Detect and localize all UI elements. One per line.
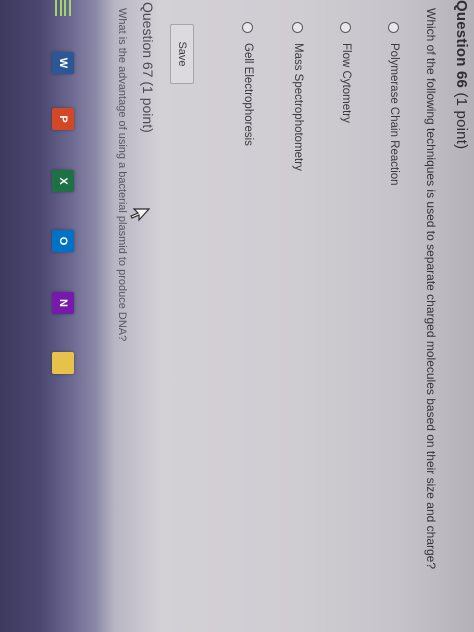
answer-option-3[interactable]: Mass Spectrophotometry <box>290 22 306 171</box>
answer-option-label: Gell Electrophoresis <box>242 43 254 146</box>
question-66-title: Question 66 <box>453 0 470 89</box>
excel-icon[interactable]: X <box>52 170 74 192</box>
mouse-pointer-icon <box>130 208 150 222</box>
outlook-icon[interactable]: O <box>52 230 74 252</box>
word-icon[interactable]: W <box>52 52 74 74</box>
powerpoint-icon[interactable]: P <box>52 108 74 130</box>
radio-button[interactable] <box>242 22 254 33</box>
question-66-text: Which of the following techniques is use… <box>424 8 438 570</box>
answer-option-4[interactable]: Gell Electrophoresis <box>240 22 256 146</box>
onenote-icon[interactable]: N <box>52 292 74 314</box>
question-67-heading: Question 67 (1 point) <box>140 2 156 133</box>
answer-option-label: Polymerase Chain Reaction <box>388 43 400 186</box>
answer-option-label: Mass Spectrophotometry <box>292 43 304 171</box>
taskbar: W P X O N <box>0 0 82 632</box>
question-67-text: What is the advantage of using a bacteri… <box>116 8 128 342</box>
radio-button[interactable] <box>340 22 352 33</box>
answer-option-1[interactable]: Polymerase Chain Reaction <box>386 22 402 186</box>
question-66-heading: Question 66 (1 point) <box>453 0 470 149</box>
radio-button[interactable] <box>388 22 400 33</box>
question-67-points: (1 point) <box>140 81 156 133</box>
file-explorer-icon[interactable] <box>52 352 74 374</box>
answer-option-label: Flow Cytometry <box>340 43 352 123</box>
question-67-title: Question 67 <box>140 2 156 78</box>
start-menu-icon[interactable] <box>52 0 74 16</box>
save-button[interactable]: Save <box>170 24 194 84</box>
screen: Question 66 (1 point) Which of the follo… <box>0 0 474 632</box>
radio-button[interactable] <box>292 22 304 33</box>
answer-option-2[interactable]: Flow Cytometry <box>338 22 354 123</box>
question-66-points: (1 point) <box>453 92 470 150</box>
